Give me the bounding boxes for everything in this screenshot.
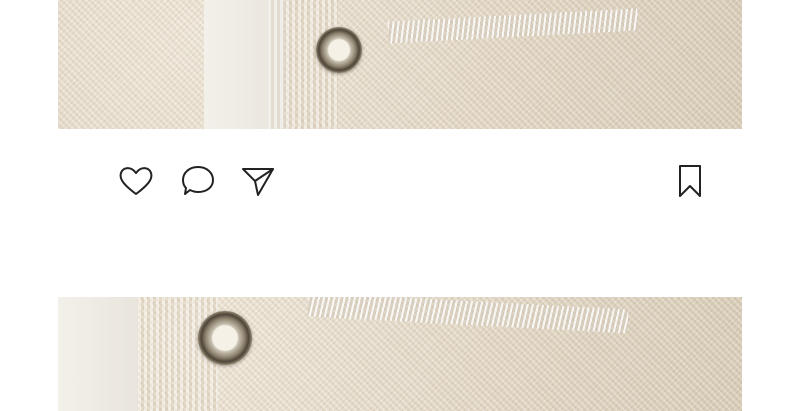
post-image-top — [58, 0, 742, 129]
shirt-collar — [58, 297, 138, 411]
post-action-bar — [58, 129, 742, 297]
post-screen — [0, 0, 800, 411]
bookmark-icon — [679, 165, 701, 197]
heart-icon — [119, 167, 153, 195]
paper-plane-icon — [242, 168, 274, 196]
save-button[interactable] — [670, 161, 710, 201]
share-button[interactable] — [238, 161, 278, 201]
like-button[interactable] — [116, 161, 156, 201]
comment-bubble-icon — [182, 166, 214, 195]
comment-button[interactable] — [178, 161, 218, 201]
jacket-button — [198, 311, 252, 365]
jacket-button — [316, 27, 362, 73]
post-image-bottom — [58, 297, 742, 411]
pocket-fringe — [307, 297, 629, 334]
pocket-fringe — [387, 8, 639, 44]
